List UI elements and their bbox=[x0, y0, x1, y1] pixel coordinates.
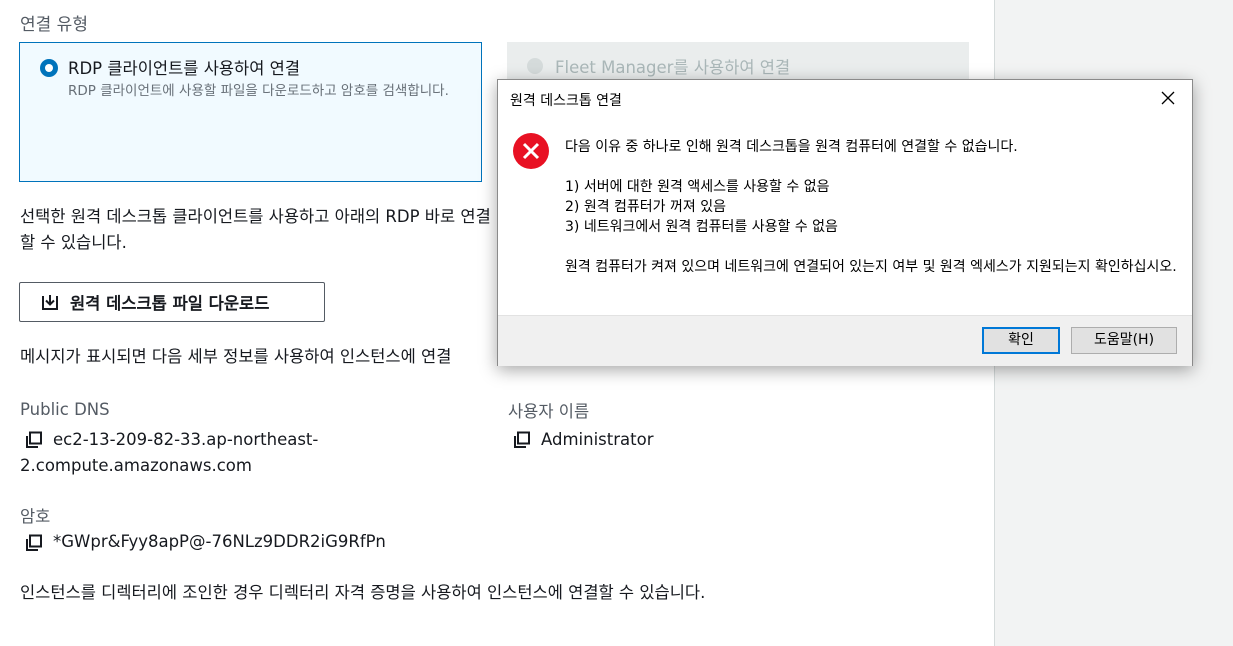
dialog-reason-2: 2) 원격 컴퓨터가 꺼져 있음 bbox=[565, 199, 726, 215]
rdp-option-label: RDP 클라이언트를 사용하여 연결 bbox=[68, 59, 301, 78]
download-icon bbox=[42, 295, 58, 310]
error-icon bbox=[513, 133, 549, 169]
remote-desktop-error-dialog: 원격 데스크톱 연결 다음 이유 중 하나로 인해 원격 데스크톱을 원격 컴퓨… bbox=[497, 79, 1193, 366]
rdp-client-option[interactable]: RDP 클라이언트를 사용하여 연결 RDP 클라이언트에 사용할 파일을 다운… bbox=[19, 42, 482, 182]
directory-footer-text: 인스턴스를 디렉터리에 조인한 경우 디렉터리 자격 증명을 사용하여 인스턴스… bbox=[20, 583, 706, 602]
dialog-main-message: 다음 이유 중 하나로 인해 원격 데스크톱을 원격 컴퓨터에 연결할 수 없습… bbox=[565, 139, 1018, 155]
password-value: *GWpr&Fyy8apP@-76NLz9DDR2iG9RfPn bbox=[53, 532, 386, 551]
password-label: 암호 bbox=[20, 507, 51, 526]
message-text: 메시지가 표시되면 다음 세부 정보를 사용하여 인스턴스에 연결 bbox=[20, 347, 452, 366]
dialog-advice: 원격 컴퓨터가 켜져 있으며 네트워크에 연결되어 있는지 여부 및 원격 엑세… bbox=[565, 259, 1177, 275]
download-button-label: 원격 데스크톱 파일 다운로드 bbox=[70, 294, 270, 313]
dialog-title: 원격 데스크톱 연결 bbox=[510, 93, 622, 109]
username-label: 사용자 이름 bbox=[508, 402, 590, 421]
radio-selected-icon[interactable] bbox=[40, 59, 58, 77]
download-rdp-file-button[interactable]: 원격 데스크톱 파일 다운로드 bbox=[19, 282, 325, 322]
help-button[interactable]: 도움말(H) bbox=[1071, 327, 1177, 354]
public-dns-value: ec2-13-209-82-33.ap-northeast-2.compute.… bbox=[20, 430, 319, 475]
close-icon[interactable] bbox=[1158, 88, 1178, 108]
username-value: Administrator bbox=[541, 430, 654, 449]
dialog-reason-1: 1) 서버에 대한 원격 액세스를 사용할 수 없음 bbox=[565, 179, 830, 195]
fleet-option-label: Fleet Manager를 사용하여 연결 bbox=[555, 58, 791, 77]
fleet-manager-option[interactable]: Fleet Manager를 사용하여 연결 bbox=[507, 42, 969, 80]
copy-password-icon[interactable] bbox=[25, 534, 43, 552]
public-dns-label: Public DNS bbox=[20, 400, 110, 419]
connection-type-title: 연결 유형 bbox=[20, 15, 88, 35]
rdp-option-description: RDP 클라이언트에 사용할 파일을 다운로드하고 암호를 검색합니다. bbox=[68, 83, 449, 99]
radio-unselected-icon[interactable] bbox=[527, 58, 543, 74]
ok-button[interactable]: 확인 bbox=[982, 327, 1060, 354]
dialog-reason-3: 3) 네트워크에서 원격 컴퓨터를 사용할 수 없음 bbox=[565, 219, 838, 235]
intro-text: 선택한 원격 데스크톱 클라이언트를 사용하고 아래의 RDP 바로 연결할 수… bbox=[20, 207, 491, 252]
dialog-button-bar: 확인 도움말(H) bbox=[498, 315, 1192, 366]
copy-username-icon[interactable] bbox=[513, 431, 531, 449]
